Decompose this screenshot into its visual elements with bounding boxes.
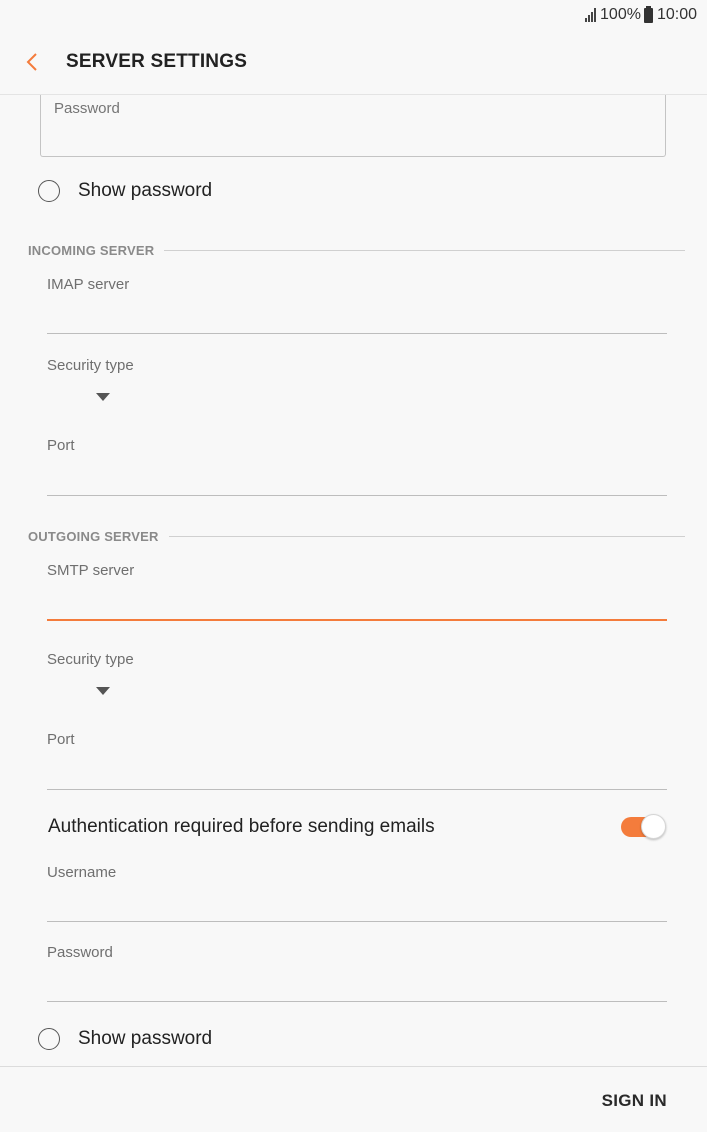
- outgoing-port-field[interactable]: Port: [47, 731, 667, 791]
- outgoing-security-type-dropdown[interactable]: [95, 686, 111, 696]
- username-field[interactable]: Username: [47, 864, 667, 924]
- authentication-row[interactable]: Authentication required before sending e…: [48, 814, 666, 840]
- sign-in-button[interactable]: SIGN IN: [602, 1091, 667, 1111]
- incoming-server-title: INCOMING SERVER: [28, 243, 155, 258]
- smtp-show-password-radio[interactable]: [38, 1028, 60, 1050]
- dropdown-arrow-icon: [96, 687, 110, 695]
- smtp-server-field[interactable]: SMTP server: [47, 562, 667, 622]
- switch-knob: [641, 814, 666, 839]
- outgoing-port-underline: [47, 789, 667, 790]
- imap-server-input[interactable]: [47, 303, 667, 329]
- incoming-port-underline: [47, 495, 667, 496]
- smtp-password-underline: [47, 1001, 667, 1002]
- incoming-security-type-dropdown[interactable]: [95, 392, 111, 402]
- show-password-label: Show password: [78, 180, 213, 201]
- imap-server-underline: [47, 333, 667, 334]
- imap-server-label: IMAP server: [47, 276, 130, 293]
- username-underline: [47, 921, 667, 922]
- section-divider: [168, 536, 685, 537]
- smtp-server-underline-focused: [47, 619, 667, 621]
- authentication-label: Authentication required before sending e…: [48, 816, 435, 837]
- outgoing-port-label: Port: [47, 731, 75, 748]
- battery-percent: 100%: [600, 6, 641, 23]
- incoming-security-type-label-row: Security type: [47, 357, 667, 377]
- incoming-security-type-label: Security type: [47, 357, 134, 374]
- smtp-password-field[interactable]: Password: [47, 944, 667, 1004]
- app-bar: SERVER SETTINGS: [0, 30, 707, 95]
- username-label: Username: [47, 864, 117, 881]
- chevron-left-icon: [26, 53, 37, 71]
- authentication-switch[interactable]: [620, 814, 666, 840]
- username-input[interactable]: [47, 891, 667, 917]
- section-divider: [164, 250, 685, 251]
- dropdown-arrow-icon: [96, 393, 110, 401]
- outgoing-server-header: OUTGOING SERVER: [28, 529, 685, 544]
- smtp-password-input[interactable]: [47, 971, 667, 997]
- incoming-port-field[interactable]: Port: [47, 437, 667, 497]
- outgoing-security-type-label-row: Security type: [47, 651, 667, 671]
- show-password-radio[interactable]: [38, 180, 60, 202]
- smtp-server-input[interactable]: [47, 589, 667, 615]
- smtp-server-label: SMTP server: [47, 562, 135, 579]
- account-password-label: Password: [54, 100, 120, 117]
- battery-icon: [643, 5, 653, 23]
- outgoing-server-title: OUTGOING SERVER: [28, 529, 159, 544]
- outgoing-port-input[interactable]: [47, 758, 667, 784]
- outgoing-security-type-label: Security type: [47, 651, 134, 668]
- account-password-field[interactable]: Password: [40, 95, 666, 157]
- smtp-show-password-toggle[interactable]: Show password: [38, 1028, 212, 1050]
- smtp-show-password-label: Show password: [78, 1028, 213, 1049]
- clock: 10:00: [656, 6, 697, 23]
- bottom-action-bar: SIGN IN: [0, 1066, 707, 1132]
- signal-icon: [585, 8, 597, 22]
- show-password-toggle[interactable]: Show password: [38, 180, 212, 202]
- screen: 100% 10:00 SERVER SETTINGS Password Show…: [0, 0, 707, 1132]
- incoming-server-header: INCOMING SERVER: [28, 243, 685, 258]
- status-bar: 100% 10:00: [0, 0, 707, 30]
- imap-server-field[interactable]: IMAP server: [47, 276, 667, 336]
- incoming-port-input[interactable]: [47, 464, 667, 490]
- smtp-password-label: Password: [47, 944, 113, 961]
- incoming-port-label: Port: [47, 437, 75, 454]
- back-button[interactable]: [0, 30, 64, 94]
- page-title: SERVER SETTINGS: [66, 51, 248, 72]
